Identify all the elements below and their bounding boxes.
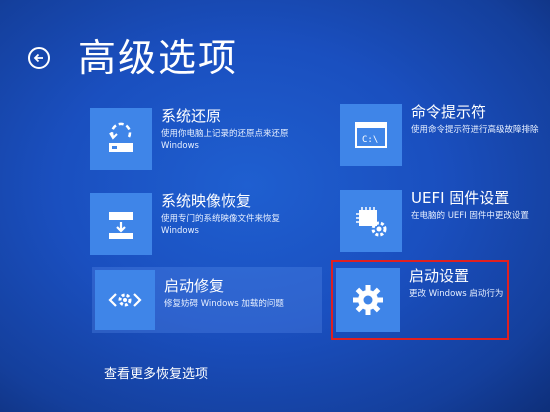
option-title: UEFI 固件设置 xyxy=(411,189,510,207)
cmd-icon: C:\ xyxy=(340,104,402,166)
option-uefi-firmware-settings[interactable]: UEFI 固件设置 在电脑的 UEFI 固件中更改设置 xyxy=(340,189,529,252)
option-system-restore[interactable]: 系统还原 使用你电脑上记录的还原点来还原 Windows xyxy=(90,107,289,170)
option-description: 使用命令提示符进行高级故障排除 xyxy=(411,125,539,135)
option-description: 使用你电脑上记录的还原点来还原 xyxy=(161,129,289,139)
svg-text:C:\: C:\ xyxy=(362,135,378,145)
option-description: 使用专门的系统映像文件来恢复 xyxy=(161,214,281,224)
more-recovery-options-link[interactable]: 查看更多恢复选项 xyxy=(104,363,208,382)
option-description: Windows xyxy=(161,226,199,236)
option-description: Windows xyxy=(161,141,199,151)
restore-icon xyxy=(90,108,152,170)
option-system-image-recovery[interactable]: 系统映像恢复 使用专门的系统映像文件来恢复 Windows xyxy=(90,192,281,255)
option-title: 命令提示符 xyxy=(411,103,487,121)
option-title: 系统映像恢复 xyxy=(161,192,252,210)
option-title: 启动修复 xyxy=(164,277,225,295)
option-description: 在电脑的 UEFI 固件中更改设置 xyxy=(411,211,529,221)
option-description: 修复妨碍 Windows 加载的问题 xyxy=(164,299,284,309)
back-button[interactable] xyxy=(28,47,50,69)
highlight-box xyxy=(331,260,509,340)
option-title: 系统还原 xyxy=(161,107,222,125)
arrow-left-icon xyxy=(33,53,43,63)
page-title: 高级选项 xyxy=(78,36,239,80)
chip-gear-icon xyxy=(340,190,402,252)
startup-repair-icon xyxy=(95,270,155,330)
image-recovery-icon xyxy=(90,193,152,255)
option-command-prompt[interactable]: C:\ 命令提示符 使用命令提示符进行高级故障排除 xyxy=(340,103,539,166)
option-startup-repair[interactable]: 启动修复 修复妨碍 Windows 加载的问题 xyxy=(92,267,322,333)
